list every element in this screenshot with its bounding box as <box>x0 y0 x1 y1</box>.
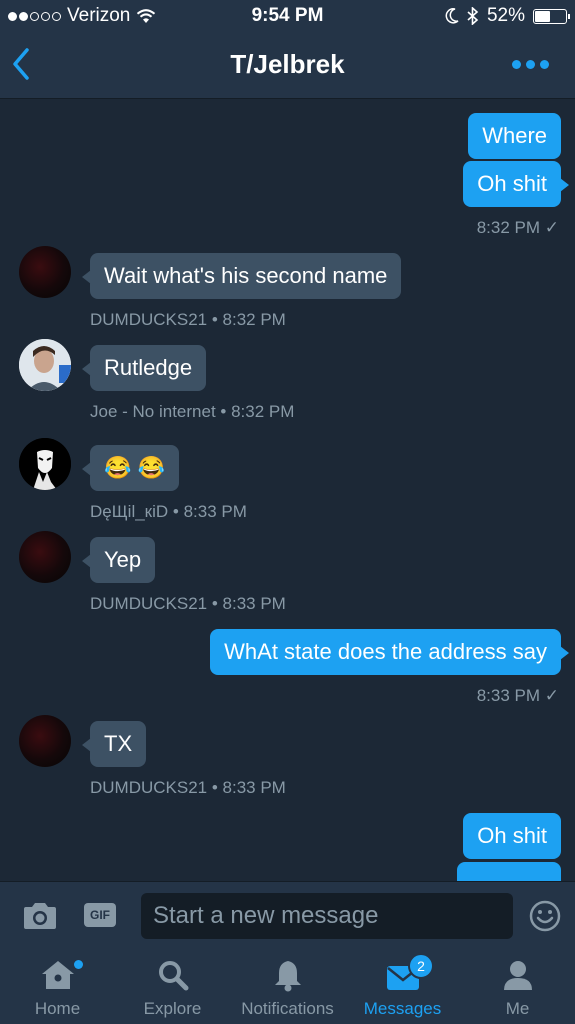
unread-badge: 2 <box>408 953 434 979</box>
message-timestamp: 8:33 PM ✓ <box>476 686 559 705</box>
message-list[interactable]: Where Oh shit 8:32 PM ✓ Wait what's his … <box>0 99 575 881</box>
message-input[interactable] <box>141 893 513 939</box>
tab-messages[interactable]: 2 Messages <box>345 949 460 1024</box>
message-sender-meta: DęЩil_кiD • 8:33 PM <box>90 502 247 521</box>
tab-me[interactable]: Me <box>460 949 575 1024</box>
message-composer: GIF <box>0 881 575 950</box>
more-dots-icon[interactable] <box>512 60 549 69</box>
bluetooth-icon <box>467 7 479 25</box>
search-icon <box>158 961 188 991</box>
message-timestamp: 8:32 PM ✓ <box>476 218 559 237</box>
avatar-mask-art <box>19 438 71 490</box>
sent-message-bubble[interactable]: Oh shit <box>463 161 569 207</box>
battery-icon <box>533 8 570 24</box>
moon-icon <box>445 8 459 24</box>
tab-explore[interactable]: Explore <box>115 949 230 1024</box>
tab-label: Me <box>505 999 530 1018</box>
received-message-bubble[interactable]: Yep <box>81 537 156 583</box>
received-message-bubble[interactable]: Wait what's his second name <box>81 253 402 299</box>
home-icon <box>41 961 74 989</box>
avatar-photo <box>19 339 71 391</box>
sent-message-bubble[interactable]: Where <box>468 113 561 159</box>
avatar[interactable] <box>19 246 71 298</box>
tab-label: Messages <box>363 999 442 1018</box>
avatar[interactable] <box>19 531 71 583</box>
received-message-bubble[interactable]: Rutledge <box>81 345 207 391</box>
sent-message-bubble-partial[interactable] <box>457 862 561 881</box>
conversation-title: T/Jelbrek <box>230 49 345 79</box>
person-icon <box>503 961 532 990</box>
emoji-icon[interactable] <box>529 900 561 932</box>
new-content-dot <box>74 960 83 969</box>
message-sender-meta: DUMDUCKS21 • 8:32 PM <box>90 310 286 329</box>
camera-icon[interactable] <box>22 902 58 930</box>
avatar[interactable] <box>19 438 71 490</box>
tab-bar: Home Explore Notifications 2 Messages Me <box>0 949 575 1024</box>
bell-icon <box>274 961 301 992</box>
sent-message-bubble[interactable]: Oh shit <box>463 813 561 859</box>
sent-message-bubble[interactable]: WhAt state does the address say <box>210 629 569 675</box>
status-right: 52% <box>445 5 570 27</box>
tab-label: Home <box>34 999 81 1018</box>
received-message-bubble[interactable]: 😂 😂 <box>82 445 179 491</box>
gif-button[interactable]: GIF <box>84 903 116 927</box>
message-sender-meta: DUMDUCKS21 • 8:33 PM <box>90 778 286 797</box>
tab-label: Explore <box>143 999 202 1018</box>
battery-percent: 52% <box>486 5 525 26</box>
message-sender-meta: Joe - No internet • 8:32 PM <box>90 402 295 421</box>
conversation-header: T/Jelbrek <box>0 32 575 99</box>
tab-home[interactable]: Home <box>0 949 115 1024</box>
avatar[interactable] <box>19 339 71 391</box>
avatar[interactable] <box>19 715 71 767</box>
message-sender-meta: DUMDUCKS21 • 8:33 PM <box>90 594 286 613</box>
tab-notifications[interactable]: Notifications <box>230 949 345 1024</box>
tab-label: Notifications <box>241 999 334 1018</box>
received-message-bubble[interactable]: TX <box>81 721 147 767</box>
status-bar: Verizon 9:54 PM 52% <box>0 0 575 32</box>
